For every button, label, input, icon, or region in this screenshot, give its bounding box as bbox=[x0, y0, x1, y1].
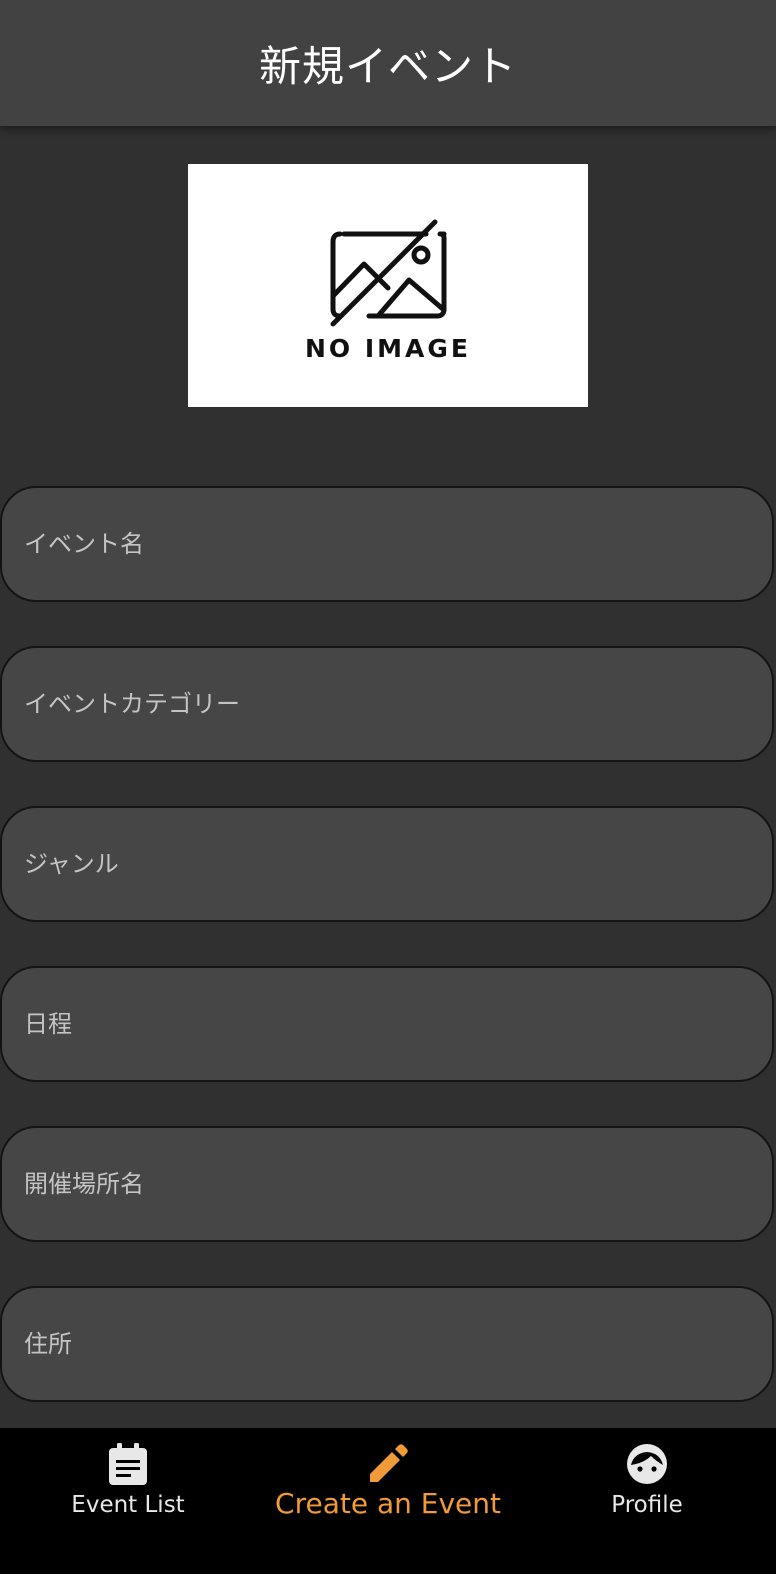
venue-name-field[interactable] bbox=[0, 1126, 774, 1242]
nav-create-event[interactable]: Create an Event bbox=[268, 1428, 508, 1574]
schedule-field[interactable] bbox=[0, 966, 774, 1082]
bottom-navigation: Event List Create an Event Profile bbox=[0, 1428, 776, 1574]
no-image-icon: NO IMAGE bbox=[305, 219, 471, 363]
pencil-icon bbox=[368, 1442, 408, 1486]
schedule-input[interactable] bbox=[2, 968, 772, 1080]
nav-event-list[interactable]: Event List bbox=[38, 1428, 218, 1574]
event-name-input[interactable] bbox=[2, 488, 772, 600]
nav-create-event-label: Create an Event bbox=[275, 1487, 501, 1520]
address-input[interactable] bbox=[2, 1288, 772, 1400]
event-image-placeholder[interactable]: NO IMAGE bbox=[188, 164, 588, 407]
event-category-input[interactable] bbox=[2, 648, 772, 760]
no-image-label: NO IMAGE bbox=[305, 334, 471, 363]
event-category-field[interactable] bbox=[0, 646, 774, 762]
nav-profile-label: Profile bbox=[611, 1492, 683, 1518]
nav-profile[interactable]: Profile bbox=[572, 1428, 722, 1574]
app-bar: 新規イベント bbox=[0, 0, 776, 126]
page-title: 新規イベント bbox=[258, 41, 517, 91]
genre-input[interactable] bbox=[2, 808, 772, 920]
event-list-icon bbox=[109, 1442, 147, 1486]
event-name-field[interactable] bbox=[0, 486, 774, 602]
venue-name-input[interactable] bbox=[2, 1128, 772, 1240]
nav-event-list-label: Event List bbox=[71, 1492, 185, 1518]
face-icon bbox=[626, 1442, 668, 1486]
address-field[interactable] bbox=[0, 1286, 774, 1402]
genre-field[interactable] bbox=[0, 806, 774, 922]
